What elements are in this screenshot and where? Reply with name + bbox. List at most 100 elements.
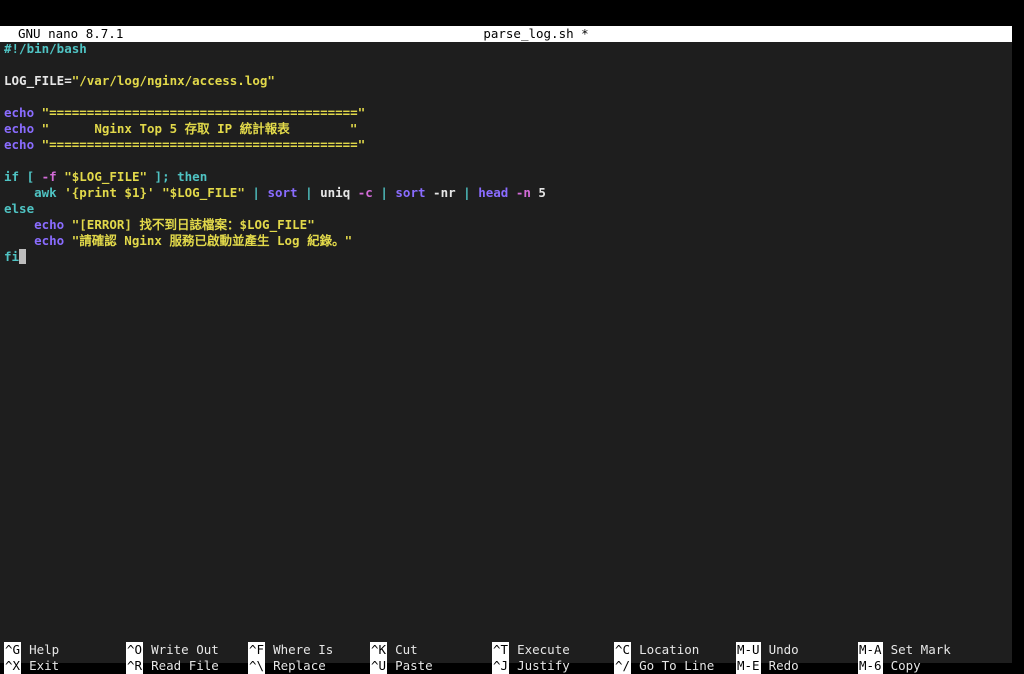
code-token: -f (41, 169, 57, 184)
shortcut-key: ^R (126, 658, 144, 674)
shortcut-label: Justify (517, 658, 570, 673)
code-token: '{print $1}' (64, 185, 155, 200)
code-token: | (372, 185, 396, 200)
code-line[interactable]: else (4, 201, 1004, 217)
code-token: | (297, 185, 321, 200)
shortcut-key: ^J (492, 658, 510, 674)
shortcut-key: ^U (370, 658, 388, 674)
code-token: "/var/log/nginx/access.log" (71, 73, 275, 88)
code-token: else (4, 201, 35, 216)
code-line[interactable]: if [ -f "$LOG_FILE" ]; then (4, 169, 1004, 185)
shortcut-label: Go To Line (639, 658, 715, 673)
terminal-window[interactable]: GNU nano 8.7.1 parse_log.sh * #!/bin/bas… (0, 26, 1012, 674)
shortcut-justify[interactable]: ^J Justify (492, 658, 570, 674)
code-token: -c (357, 185, 373, 200)
shortcut-key: ^F (248, 642, 266, 658)
code-line[interactable] (4, 57, 1004, 73)
shortcut-write-out[interactable]: ^O Write Out (126, 642, 219, 658)
code-token: echo (4, 105, 35, 120)
shortcut-key: M-E (736, 658, 761, 674)
shortcut-key: ^X (4, 658, 22, 674)
shortcut-location[interactable]: ^C Location (614, 642, 699, 658)
code-token: echo (4, 121, 35, 136)
code-token: LOG_FILE= (4, 73, 72, 88)
text-cursor (19, 249, 27, 264)
shortcut-copy[interactable]: M-6 Copy (858, 658, 921, 674)
shortcut-key: ^O (126, 642, 144, 658)
shortcut-label: Cut (395, 642, 418, 657)
code-token: "[ERROR] 找不到日誌檔案：$LOG_FILE" (64, 217, 315, 232)
shortcut-label: Undo (768, 642, 799, 657)
shortcut-label: Replace (273, 658, 326, 673)
code-line[interactable]: echo "==================================… (4, 105, 1004, 121)
code-line[interactable]: echo " Nginx Top 5 存取 IP 統計報表 " (4, 121, 1004, 137)
code-token: "$LOG_FILE" (64, 169, 148, 184)
shortcut-key: M-6 (858, 658, 883, 674)
shortcut-key: ^/ (614, 658, 632, 674)
shortcut-label: Execute (517, 642, 570, 657)
code-token: | (455, 185, 479, 200)
code-line[interactable]: LOG_FILE="/var/log/nginx/access.log" (4, 73, 1004, 89)
shortcut-read-file[interactable]: ^R Read File (126, 658, 219, 674)
code-token: if [ (4, 169, 42, 184)
shortcut-key: ^T (492, 642, 510, 658)
shortcut-label: Help (29, 642, 60, 657)
shortcut-label: Where Is (273, 642, 334, 657)
shortcut-key: ^K (370, 642, 388, 658)
code-token: "=======================================… (34, 137, 366, 152)
shortcut-redo[interactable]: M-E Redo (736, 658, 799, 674)
shortcut-key: ^\ (248, 658, 266, 674)
code-line[interactable]: awk '{print $1}' "$LOG_FILE" | sort | un… (4, 185, 1004, 201)
code-token: awk (4, 185, 65, 200)
code-token: " Nginx Top 5 存取 IP 統計報表 " (34, 121, 358, 136)
shortcut-set-mark[interactable]: M-A Set Mark (858, 642, 951, 658)
code-token: echo (4, 137, 35, 152)
shortcut-undo[interactable]: M-U Undo (736, 642, 799, 658)
code-token: 5 (530, 185, 546, 200)
shortcut-key: M-A (858, 642, 883, 658)
screen-background: GNU nano 8.7.1 parse_log.sh * #!/bin/bas… (0, 0, 1024, 674)
shortcut-label: Exit (29, 658, 60, 673)
shortcut-label: Redo (768, 658, 799, 673)
shortcut-label: Paste (395, 658, 433, 673)
shortcut-exit[interactable]: ^X Exit (4, 658, 59, 674)
shortcut-help[interactable]: ^G Help (4, 642, 59, 658)
editor-buffer[interactable]: #!/bin/bash LOG_FILE="/var/log/nginx/acce… (4, 41, 1004, 265)
shortcut-label: Set Mark (890, 642, 951, 657)
shortcut-label: Write Out (151, 642, 219, 657)
shortcut-label: Copy (890, 658, 921, 673)
code-token: "請確認 Nginx 服務已啟動並產生 Log 紀錄。" (64, 233, 353, 248)
shortcut-key: M-U (736, 642, 761, 658)
code-token: sort (267, 185, 298, 200)
code-token: sort (395, 185, 426, 200)
code-line[interactable] (4, 153, 1004, 169)
code-line[interactable]: echo "[ERROR] 找不到日誌檔案：$LOG_FILE" (4, 217, 1004, 233)
shortcut-go-to-line[interactable]: ^/ Go To Line (614, 658, 714, 674)
code-token: echo (4, 217, 65, 232)
file-name: parse_log.sh * (483, 26, 589, 41)
code-token: | (244, 185, 268, 200)
shortcut-where-is[interactable]: ^F Where Is (248, 642, 333, 658)
code-token: head (478, 185, 509, 200)
shortcut-paste[interactable]: ^U Paste (370, 658, 433, 674)
shortcut-execute[interactable]: ^T Execute (492, 642, 570, 658)
shortcut-key: ^C (614, 642, 632, 658)
code-token: "=======================================… (34, 105, 366, 120)
code-line[interactable]: echo "請確認 Nginx 服務已啟動並產生 Log 紀錄。" (4, 233, 1004, 249)
code-token: echo (4, 233, 65, 248)
shortcut-key: ^G (4, 642, 22, 658)
code-token: ]; then (147, 169, 208, 184)
code-line[interactable] (4, 89, 1004, 105)
shortcut-label: Read File (151, 658, 219, 673)
code-line[interactable]: fi (4, 249, 1004, 265)
code-line[interactable]: echo "==================================… (4, 137, 1004, 153)
code-line[interactable]: #!/bin/bash (4, 41, 1004, 57)
shortcut-cut[interactable]: ^K Cut (370, 642, 418, 658)
shortcut-replace[interactable]: ^\ Replace (248, 658, 326, 674)
shortcut-label: Location (639, 642, 700, 657)
code-token: fi (4, 249, 20, 264)
code-token: -n (515, 185, 531, 200)
code-token: "$LOG_FILE" (162, 185, 245, 200)
